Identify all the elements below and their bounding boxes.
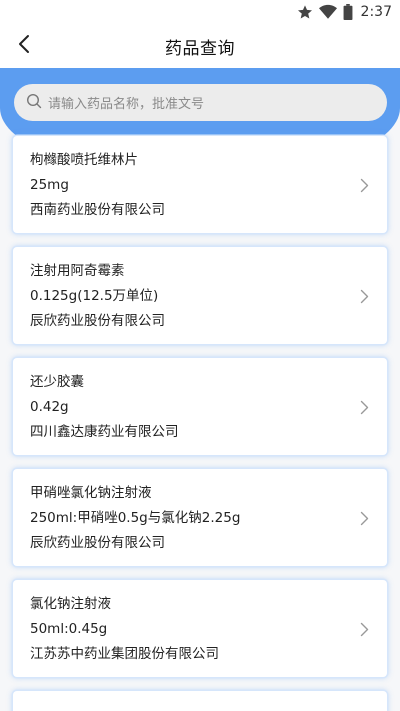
status-time: 2:37: [360, 4, 392, 20]
drug-company: 辰欣药业股份有限公司: [30, 535, 165, 551]
chevron-right-icon: [360, 511, 369, 530]
drug-company: 西南药业股份有限公司: [30, 202, 165, 218]
search-placeholder: 请输入药品名称，批准文号: [48, 97, 205, 112]
drug-company: 江苏苏中药业集团股份有限公司: [30, 646, 219, 662]
drug-name: 氯化钠注射液: [30, 596, 111, 612]
chevron-right-icon: [360, 178, 369, 197]
drug-name: 还少胶囊: [30, 374, 84, 390]
nav-bar: 药品查询: [0, 24, 400, 68]
drug-name: 注射用阿奇霉素: [30, 263, 125, 279]
drug-spec: 250ml:甲硝唑0.5g与氯化钠2.25g: [30, 510, 241, 526]
list-item[interactable]: 氯化钠注射液 50ml:0.45g 江苏苏中药业集团股份有限公司: [13, 580, 387, 677]
search-input[interactable]: 请输入药品名称，批准文号: [14, 84, 387, 121]
drug-spec: 25mg: [30, 177, 69, 193]
battery-icon: [343, 4, 353, 20]
page-title: 药品查询: [165, 38, 235, 59]
list-item[interactable]: 注射用阿奇霉素 0.125g(12.5万单位) 辰欣药业股份有限公司: [13, 247, 387, 344]
drug-name: 枸橼酸喷托维林片: [30, 152, 138, 168]
drug-name: 甲硝唑氯化钠注射液: [30, 485, 152, 501]
chevron-right-icon: [360, 622, 369, 641]
drug-list: 枸橼酸喷托维林片 25mg 西南药业股份有限公司 注射用阿奇霉素 0.125g(…: [13, 136, 387, 711]
chevron-right-icon: [360, 400, 369, 419]
list-item[interactable]: 枸橼酸喷托维林片 25mg 西南药业股份有限公司: [13, 136, 387, 233]
chevron-right-icon: [360, 289, 369, 308]
back-button[interactable]: [8, 30, 40, 62]
search-icon: [26, 93, 42, 113]
drug-spec: 50ml:0.45g: [30, 621, 108, 637]
list-item[interactable]: 还少胶囊 0.42g 四川鑫达康药业有限公司: [13, 358, 387, 455]
drug-company: 辰欣药业股份有限公司: [30, 313, 165, 329]
drug-company: 四川鑫达康药业有限公司: [30, 424, 179, 440]
list-item[interactable]: 甲硝唑氯化钠注射液 250ml:甲硝唑0.5g与氯化钠2.25g 辰欣药业股份有…: [13, 469, 387, 566]
wifi-icon: [318, 4, 337, 20]
drug-spec: 0.42g: [30, 399, 69, 415]
star-icon: [297, 4, 313, 20]
chevron-left-icon: [17, 34, 31, 58]
status-bar: 2:37: [0, 0, 400, 24]
drug-spec: 0.125g(12.5万单位): [30, 288, 159, 304]
list-item[interactable]: [13, 691, 387, 711]
